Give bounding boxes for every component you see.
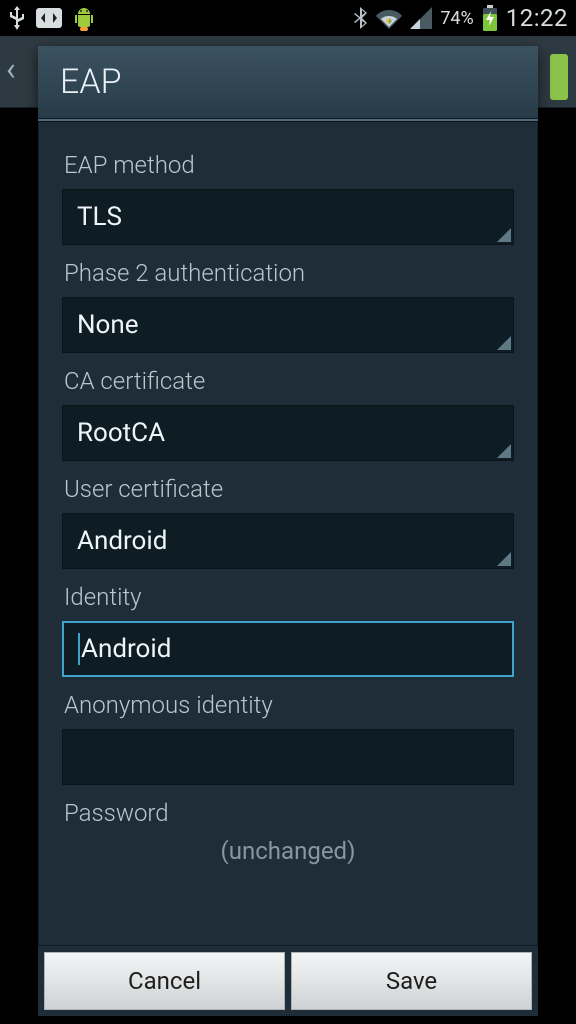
dropdown-eap-method-value: TLS	[77, 202, 122, 232]
dropdown-phase2[interactable]: None	[62, 297, 514, 353]
sync-icon	[36, 6, 62, 30]
eap-dialog: EAP EAP method TLS Phase 2 authenticatio…	[38, 46, 538, 1016]
dropdown-eap-method[interactable]: TLS	[62, 189, 514, 245]
dialog-button-row: Cancel Save	[38, 945, 538, 1016]
input-anon-id[interactable]	[62, 729, 514, 785]
spinner-indicator-icon	[497, 336, 511, 350]
spinner-indicator-icon	[497, 552, 511, 566]
battery-percent: 74%	[440, 8, 473, 29]
dropdown-ca-cert-value: RootCA	[77, 418, 165, 448]
label-phase2: Phase 2 authentication	[64, 259, 512, 287]
dialog-title: EAP	[38, 46, 538, 119]
android-icon	[72, 5, 96, 31]
spinner-indicator-icon	[497, 228, 511, 242]
input-identity[interactable]: Android	[62, 621, 514, 677]
label-anon-id: Anonymous identity	[64, 691, 512, 719]
status-right-group: 74% 12:22	[354, 4, 568, 32]
input-identity-value: Android	[81, 634, 171, 664]
label-user-cert: User certificate	[64, 475, 512, 503]
dropdown-user-cert-value: Android	[77, 526, 167, 556]
label-ca-cert: CA certificate	[64, 367, 512, 395]
back-icon: ‹	[6, 50, 16, 88]
dropdown-ca-cert[interactable]: RootCA	[62, 405, 514, 461]
dropdown-phase2-value: None	[77, 310, 139, 340]
save-button[interactable]: Save	[291, 952, 532, 1010]
battery-charging-icon	[482, 5, 498, 31]
wifi-icon	[376, 7, 402, 29]
input-password-placeholder[interactable]: (unchanged)	[62, 837, 514, 865]
dialog-body[interactable]: EAP method TLS Phase 2 authentication No…	[38, 121, 538, 945]
text-cursor	[78, 633, 80, 665]
usb-icon	[8, 6, 26, 30]
spinner-indicator-icon	[497, 444, 511, 458]
label-eap-method: EAP method	[64, 151, 512, 179]
status-clock: 12:22	[506, 4, 568, 32]
background-accent	[550, 54, 568, 100]
status-bar: 74% 12:22	[0, 0, 576, 36]
signal-icon	[410, 7, 432, 29]
label-password: Password	[64, 799, 512, 827]
label-identity: Identity	[64, 583, 512, 611]
dropdown-user-cert[interactable]: Android	[62, 513, 514, 569]
status-left-group	[8, 5, 96, 31]
cancel-button[interactable]: Cancel	[44, 952, 285, 1010]
bluetooth-icon	[354, 7, 368, 29]
